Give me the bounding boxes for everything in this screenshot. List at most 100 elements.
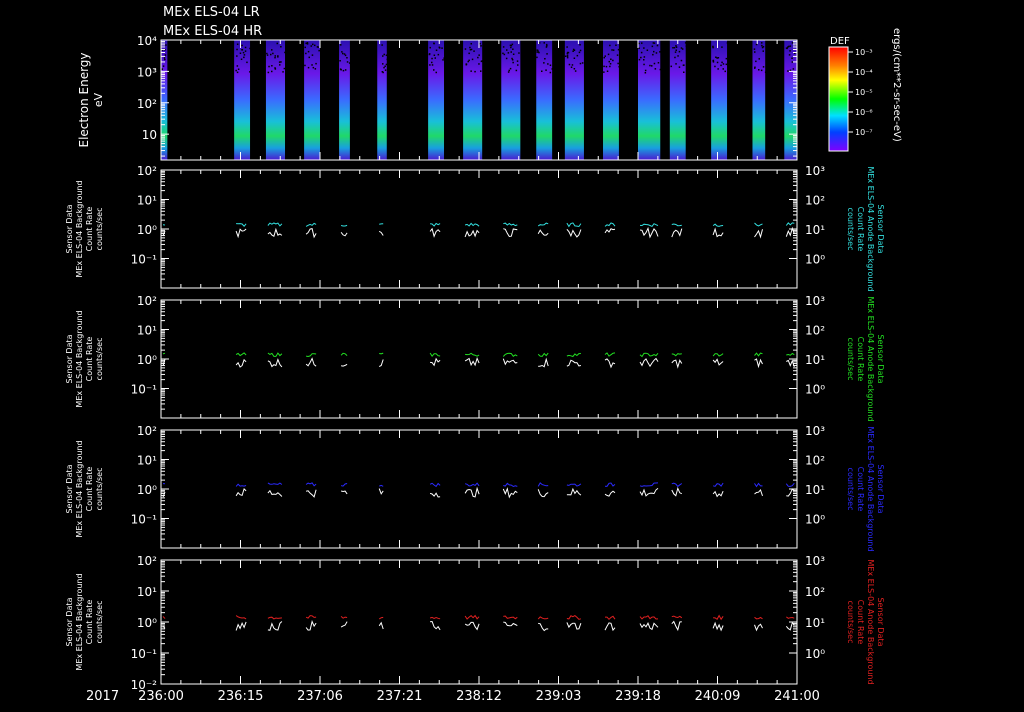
y-axis-label-line: counts/sec xyxy=(95,468,104,511)
series-line-segment xyxy=(567,223,581,227)
y-tick-label-right: 10² xyxy=(805,194,825,208)
y-tick-label-right: 10⁰ xyxy=(805,253,825,267)
y-axis-unit: eV xyxy=(92,92,105,107)
series-line-segment xyxy=(672,224,682,226)
y-tick-label-left: 10⁻¹ xyxy=(131,253,158,267)
spectrogram-ylabel: Electron EnergyeV xyxy=(77,52,105,147)
y-tick-label-right: 10¹ xyxy=(805,223,825,237)
y-axis-label-line: MEx ELS-04 Anode Background xyxy=(866,426,875,551)
spectrogram-speckle xyxy=(436,72,438,74)
spectrogram-speckle xyxy=(275,68,277,70)
series-line-segment xyxy=(465,483,479,486)
spectrogram-speckle xyxy=(433,43,435,45)
spectrogram-speckle xyxy=(312,54,314,56)
spectrogram-speckle xyxy=(275,55,277,57)
y-tick-label-left: 10⁰ xyxy=(137,483,157,497)
spectrogram-speckle xyxy=(472,59,474,61)
spectrogram-band xyxy=(752,40,765,160)
series-line-segment xyxy=(567,354,581,357)
spectrogram-speckle xyxy=(575,70,577,72)
series-line-segment xyxy=(430,353,440,356)
series-line-segment xyxy=(306,354,316,357)
y-tick-label-left: 10¹ xyxy=(137,585,157,599)
series-line-segment xyxy=(503,223,517,226)
series-line-segment xyxy=(163,616,165,618)
series-line-segment xyxy=(268,223,282,226)
spectrogram-speckle xyxy=(245,47,247,49)
spectrogram-speckle xyxy=(469,47,471,49)
spectrogram-speckle xyxy=(569,64,571,66)
spectrogram-speckle xyxy=(544,42,546,44)
y-axis-label-right: Sensor DataMEx ELS-04 Anode BackgroundCo… xyxy=(846,166,885,291)
series-line-segment xyxy=(465,616,479,619)
panels: 10⁴10³10²10Electron EnergyeV10²10¹10⁰10⁻… xyxy=(65,34,885,692)
spectrogram-speckle xyxy=(381,44,383,46)
series-line-segment xyxy=(713,483,723,486)
spectrogram-speckle xyxy=(473,50,475,52)
spectrogram-speckle xyxy=(433,69,435,71)
series-line-segment xyxy=(306,483,316,486)
series-line-segment xyxy=(306,616,316,619)
colorbar-ticks: 10⁻³10⁻⁴10⁻⁵10⁻⁶10⁻⁷ xyxy=(848,48,873,137)
series-line-segment xyxy=(640,488,658,496)
spectrogram-speckle xyxy=(565,56,567,58)
spectrogram-speckle xyxy=(508,71,510,73)
spectrogram-speckle xyxy=(723,68,725,70)
x-ticks xyxy=(161,430,797,548)
spectrogram-speckle xyxy=(638,48,640,50)
spectrogram-speckle xyxy=(793,68,795,70)
panel-frame xyxy=(161,170,797,288)
panel-frame xyxy=(161,560,797,684)
colorbar xyxy=(829,47,848,151)
spectrogram-speckle xyxy=(345,69,347,71)
spectrogram-speckle xyxy=(346,57,348,59)
series-line-segment xyxy=(538,223,548,226)
spectrogram-speckle xyxy=(791,58,793,60)
series-line-segment xyxy=(503,229,517,237)
spectrogram-speckle xyxy=(474,71,476,73)
series-line-segment xyxy=(236,489,246,496)
spectrogram-speckle xyxy=(647,50,649,52)
y-axis-label-line: MEx ELS-04 Anode Background xyxy=(866,166,875,291)
spectrogram-speckle xyxy=(438,54,440,56)
spectrogram-speckle xyxy=(478,54,480,56)
spectrogram-speckle xyxy=(679,51,681,53)
spectrogram-speckle xyxy=(279,61,281,63)
spectrogram-speckle xyxy=(675,45,677,47)
series-line-segment xyxy=(430,617,440,618)
spectrogram-speckle xyxy=(342,53,344,55)
series-line-segment xyxy=(567,622,581,629)
y-axis-label-line: MEx ELS-04 Background xyxy=(75,180,84,277)
spectrogram-speckle xyxy=(603,71,605,73)
series-line-segment xyxy=(430,493,440,497)
spectrogram-speckle xyxy=(762,47,764,49)
spectrogram-speckle xyxy=(652,54,654,56)
spectrogram-speckle xyxy=(282,71,284,73)
spectrogram-speckle xyxy=(429,64,431,66)
series-line-segment xyxy=(430,359,440,366)
spectrogram-speckle xyxy=(763,66,765,68)
y-tick-label-right: 10³ xyxy=(805,294,825,308)
series-line-segment xyxy=(236,360,246,367)
series-line-segment xyxy=(268,483,282,485)
series-line-segment xyxy=(538,623,548,630)
series-line-segment xyxy=(605,616,615,619)
spectrogram-speckle xyxy=(754,51,756,53)
spectrogram-speckle xyxy=(312,44,314,46)
y-axis-label-right: Sensor DataMEx ELS-04 Anode BackgroundCo… xyxy=(846,559,885,684)
series-line-segment xyxy=(306,490,316,497)
spectrogram-speckle xyxy=(305,43,307,45)
spectrogram-speckle xyxy=(721,46,723,48)
spectrogram-speckle xyxy=(721,62,723,64)
spectrogram-speckle xyxy=(761,70,763,72)
title-line-1: MEx ELS-04 LR xyxy=(163,5,260,20)
spectrogram-speckle xyxy=(674,57,676,59)
y-tick-label-right: 10¹ xyxy=(805,616,825,630)
y-tick-label-left: 10² xyxy=(137,424,157,438)
spectrogram-speckle xyxy=(268,72,270,74)
spectrogram-band xyxy=(463,40,482,160)
spectrogram-speckle xyxy=(480,45,482,47)
spectrogram-speckle xyxy=(509,70,511,72)
y-axis-label-line: MEx ELS-04 Background xyxy=(75,310,84,407)
spectrogram-speckle xyxy=(165,44,167,46)
